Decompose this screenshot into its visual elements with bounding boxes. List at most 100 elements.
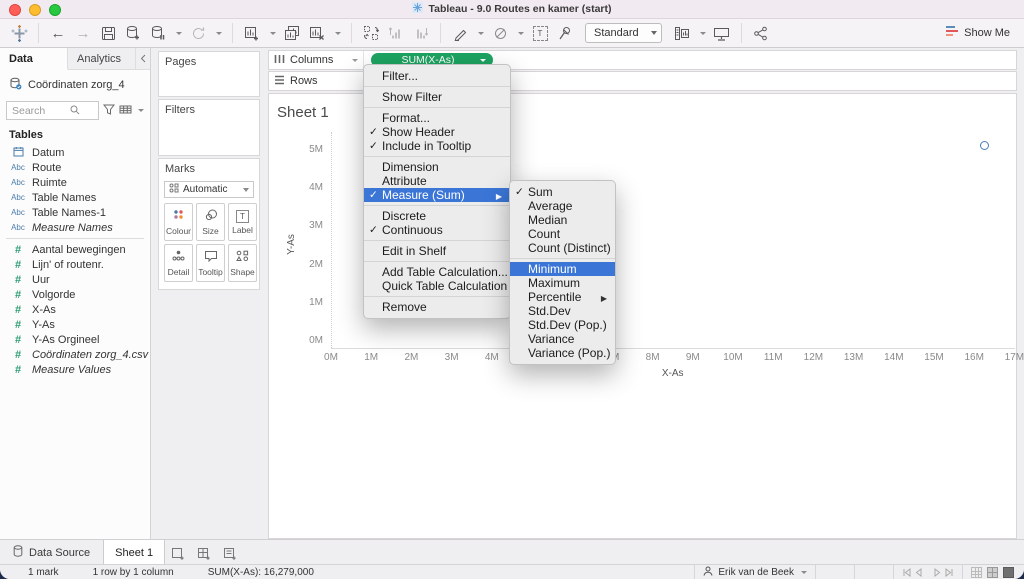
- pill-caret-icon[interactable]: [480, 59, 486, 62]
- sort-ascending-icon[interactable]: [387, 23, 405, 43]
- field-route[interactable]: AbcRoute: [0, 160, 150, 175]
- search-input-box[interactable]: [6, 101, 99, 120]
- filters-card[interactable]: Filters: [158, 99, 260, 156]
- menu-item-maximum[interactable]: Maximum: [510, 276, 615, 290]
- field-y-as-orgineel[interactable]: #Y-As Orgineel: [0, 332, 150, 347]
- view-size-toggles[interactable]: [962, 565, 1024, 579]
- field-table-names-1[interactable]: AbcTable Names-1: [0, 205, 150, 220]
- colour-button[interactable]: Colour: [164, 203, 193, 241]
- new-worksheet-icon[interactable]: [243, 23, 261, 43]
- redo-icon[interactable]: →: [74, 23, 92, 43]
- pages-card[interactable]: Pages: [158, 51, 260, 97]
- pause-auto-updates-caret-icon[interactable]: [176, 32, 182, 35]
- menu-item-discrete[interactable]: Discrete: [364, 209, 510, 223]
- user-menu[interactable]: Erik van de Beek: [694, 565, 815, 579]
- tab-data[interactable]: Data: [0, 48, 68, 70]
- view-options-icon[interactable]: [119, 102, 132, 120]
- mark-type-dropdown[interactable]: Automatic: [164, 181, 254, 198]
- menu-item-count-distinct[interactable]: Count (Distinct): [510, 241, 615, 255]
- field-aantal-bewegingen[interactable]: #Aantal bewegingen: [0, 242, 150, 257]
- new-worksheet-tab-icon[interactable]: [165, 540, 191, 565]
- fit-selector[interactable]: Standard: [585, 23, 662, 43]
- show-mark-labels-icon[interactable]: [531, 23, 549, 43]
- refresh-icon[interactable]: [189, 23, 207, 43]
- field-measure-names[interactable]: AbcMeasure Names: [0, 220, 150, 235]
- menu-item-std-dev[interactable]: Std.Dev: [510, 304, 615, 318]
- clear-sheet-caret-icon[interactable]: [335, 32, 341, 35]
- menu-item-variance[interactable]: Variance: [510, 332, 615, 346]
- pause-auto-updates-icon[interactable]: [149, 23, 167, 43]
- new-dashboard-tab-icon[interactable]: [191, 540, 217, 565]
- tab-analytics[interactable]: Analytics: [68, 48, 136, 69]
- share-icon[interactable]: [752, 23, 770, 43]
- presentation-mode-icon[interactable]: [713, 23, 731, 43]
- menu-item-attribute[interactable]: Attribute: [364, 174, 510, 188]
- highlight-caret-icon[interactable]: [478, 32, 484, 35]
- field-datum[interactable]: Datum: [0, 145, 150, 160]
- menu-item-count[interactable]: Count: [510, 227, 615, 241]
- clear-sheet-icon[interactable]: [308, 23, 326, 43]
- columns-caret-icon[interactable]: [352, 59, 358, 62]
- menu-item-show-header[interactable]: ✓Show Header: [364, 125, 510, 139]
- menu-item-dimension[interactable]: Dimension: [364, 160, 510, 174]
- field-volgorde[interactable]: #Volgorde: [0, 287, 150, 302]
- medium-grid-icon[interactable]: [987, 567, 998, 578]
- refresh-caret-icon[interactable]: [216, 32, 222, 35]
- data-point-circle[interactable]: [980, 141, 989, 150]
- field-ruimte[interactable]: AbcRuimte: [0, 175, 150, 190]
- field-x-as[interactable]: #X-As: [0, 302, 150, 317]
- duplicate-sheet-icon[interactable]: [283, 23, 301, 43]
- size-button[interactable]: Size: [196, 203, 225, 241]
- field-lijn-of-routenr-[interactable]: #Lijn' of routenr.: [0, 257, 150, 272]
- group-members-icon[interactable]: [491, 23, 509, 43]
- menu-item-include-in-tooltip[interactable]: ✓Include in Tooltip: [364, 139, 510, 153]
- new-worksheet-caret-icon[interactable]: [270, 32, 276, 35]
- field-measure-values[interactable]: #Measure Values: [0, 362, 150, 377]
- sort-descending-icon[interactable]: [412, 23, 430, 43]
- menu-item-format[interactable]: Format...: [364, 111, 510, 125]
- save-icon[interactable]: [99, 23, 117, 43]
- small-grid-icon[interactable]: [971, 567, 982, 578]
- tooltip-button[interactable]: Tooltip: [196, 244, 225, 282]
- show-hide-cards-icon[interactable]: [673, 23, 691, 43]
- data-source-tab[interactable]: Data Source: [0, 540, 103, 565]
- menu-item-percentile[interactable]: Percentile: [510, 290, 615, 304]
- field-uur[interactable]: #Uur: [0, 272, 150, 287]
- view-options-caret-icon[interactable]: [138, 109, 144, 112]
- show-hide-cards-caret-icon[interactable]: [700, 32, 706, 35]
- menu-item-quick-table-calculation[interactable]: Quick Table Calculation: [364, 279, 510, 293]
- menu-item-filter[interactable]: Filter...: [364, 69, 510, 83]
- undo-icon[interactable]: ←: [49, 23, 67, 43]
- menu-item-remove[interactable]: Remove: [364, 300, 510, 314]
- tab-sheet-1[interactable]: Sheet 1: [103, 540, 165, 565]
- label-button[interactable]: Label: [228, 203, 257, 241]
- filter-fields-icon[interactable]: [103, 102, 115, 120]
- fix-axes-pin-icon[interactable]: [556, 23, 574, 43]
- menu-item-show-filter[interactable]: Show Filter: [364, 90, 510, 104]
- menu-item-measure-sum[interactable]: ✓Measure (Sum): [364, 188, 510, 202]
- menu-item-average[interactable]: Average: [510, 199, 615, 213]
- menu-item-edit-in-shelf[interactable]: Edit in Shelf: [364, 244, 510, 258]
- field-table-names[interactable]: AbcTable Names: [0, 190, 150, 205]
- datasource-item[interactable]: Coördinaten zorg_4: [0, 70, 150, 99]
- menu-item-sum[interactable]: ✓Sum: [510, 185, 615, 199]
- menu-item-variance-pop[interactable]: Variance (Pop.): [510, 346, 615, 360]
- menu-item-add-table-calculation[interactable]: Add Table Calculation...: [364, 265, 510, 279]
- highlight-pen-icon[interactable]: [451, 23, 469, 43]
- sheet-navigation[interactable]: [893, 565, 962, 579]
- shape-button[interactable]: Shape: [228, 244, 257, 282]
- menu-item-continuous[interactable]: ✓Continuous: [364, 223, 510, 237]
- detail-button[interactable]: Detail: [164, 244, 193, 282]
- menu-item-std-dev-pop[interactable]: Std.Dev (Pop.): [510, 318, 615, 332]
- field-y-as[interactable]: #Y-As: [0, 317, 150, 332]
- menu-item-median[interactable]: Median: [510, 213, 615, 227]
- swap-axes-icon[interactable]: [362, 23, 380, 43]
- new-story-tab-icon[interactable]: [217, 540, 243, 565]
- menu-item-minimum[interactable]: Minimum: [510, 262, 615, 276]
- collapse-panel-icon[interactable]: [136, 48, 150, 69]
- search-input[interactable]: [12, 105, 70, 117]
- new-datasource-icon[interactable]: [124, 23, 142, 43]
- show-me-button[interactable]: Show Me: [946, 25, 1014, 41]
- group-caret-icon[interactable]: [518, 32, 524, 35]
- large-grid-icon[interactable]: [1003, 567, 1014, 578]
